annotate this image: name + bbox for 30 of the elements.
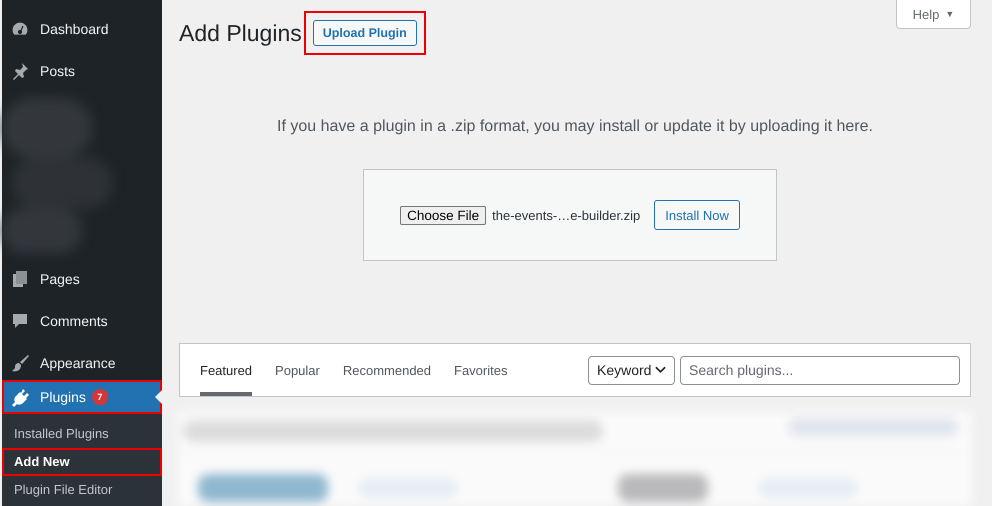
- sidebar-item[interactable]: Pages: [2, 262, 162, 296]
- sidebar-item[interactable]: Comments: [2, 304, 162, 338]
- upload-instructions: If you have a plugin in a .zip format, you may install or update it by uploading it here.: [276, 117, 874, 137]
- page-title: Add Plugins: [179, 20, 302, 46]
- search-field[interactable]: Search plugins...: [680, 356, 960, 384]
- help-tab[interactable]: Help ▼: [896, 0, 971, 29]
- plug-icon: [10, 387, 30, 407]
- sidebar-item[interactable]: Plugins 7: [2, 380, 162, 414]
- search-type-dropdown[interactable]: Keyword: [588, 356, 675, 384]
- selection-arrow-icon: [155, 390, 162, 404]
- caret-icon: ▼: [945, 9, 954, 19]
- filter-tab[interactable]: Popular: [275, 344, 320, 396]
- filter-tab[interactable]: Favorites: [454, 344, 508, 396]
- chevron-down-icon: [655, 366, 666, 374]
- upload-plugin-button[interactable]: Upload Plugin: [312, 20, 417, 46]
- submenu-item[interactable]: Add New: [2, 448, 162, 476]
- paintbrush-icon: [10, 353, 30, 373]
- filter-tab[interactable]: Featured: [200, 344, 252, 396]
- sidebar-item[interactable]: Appearance: [2, 346, 162, 380]
- install-now-button[interactable]: Install Now: [654, 200, 740, 230]
- sidebar-item[interactable]: Dashboard: [2, 12, 162, 46]
- sidebar-item[interactable]: Posts: [2, 54, 162, 88]
- file-name: the-events-…e-builder.zip: [492, 208, 640, 222]
- filter-tab[interactable]: Recommended: [342, 344, 432, 396]
- submenu-item[interactable]: Plugin File Editor: [2, 476, 162, 504]
- submenu-item[interactable]: Installed Plugins: [2, 420, 162, 448]
- count-badge: 7: [92, 389, 108, 405]
- pages-icon: [10, 269, 30, 289]
- choose-file-button[interactable]: Choose File: [400, 206, 486, 224]
- speech-bubble-icon: [10, 311, 30, 331]
